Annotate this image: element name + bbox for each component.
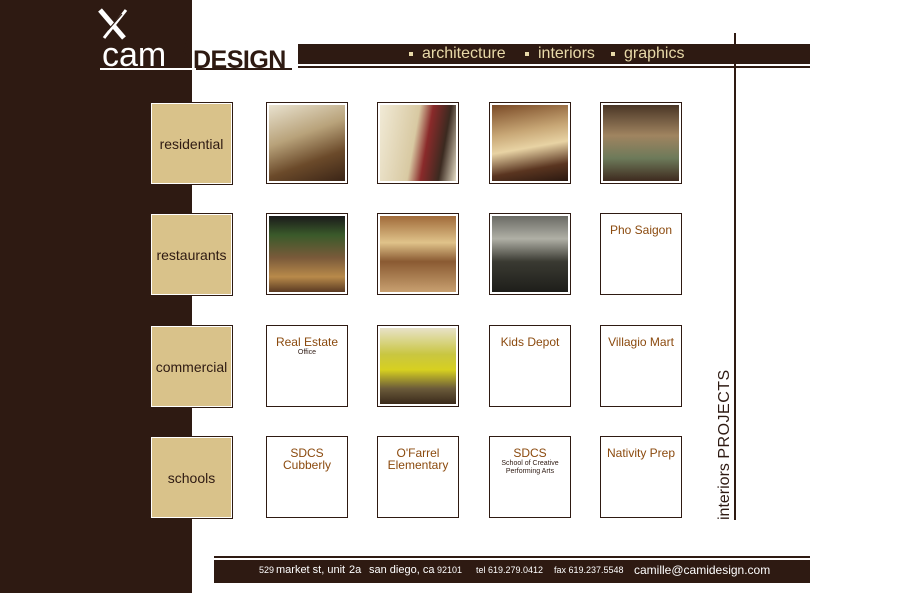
vertical-divider bbox=[734, 33, 736, 520]
logo-slash: / bbox=[180, 34, 190, 72]
footer-fax: fax 619.237.5548 bbox=[554, 565, 624, 575]
project-thumb-residential-stairs[interactable] bbox=[377, 102, 459, 184]
project-sdcs-creative-performing-arts[interactable]: SDCS School of Creative Performing Arts bbox=[489, 436, 571, 518]
category-commercial[interactable]: commercial bbox=[150, 325, 233, 408]
project-nativity-prep[interactable]: Nativity Prep bbox=[600, 436, 682, 518]
footer-address-unit: 2a bbox=[349, 564, 362, 576]
project-pho-saigon[interactable]: Pho Saigon bbox=[600, 213, 682, 295]
section-label-interiors-projects: interiors PROJECTS bbox=[716, 369, 734, 520]
project-villagio-mart[interactable]: Villagio Mart bbox=[600, 325, 682, 407]
category-label: residential bbox=[159, 135, 224, 152]
nav-item-interiors[interactable]: interiors bbox=[525, 44, 595, 64]
project-thumb-residential-living[interactable] bbox=[489, 102, 571, 184]
project-thumb-commercial-store[interactable] bbox=[377, 325, 459, 407]
nav-label: architecture bbox=[422, 45, 506, 62]
project-kids-depot[interactable]: Kids Depot bbox=[489, 325, 571, 407]
bullet-icon bbox=[611, 51, 615, 56]
category-label: schools bbox=[167, 469, 216, 486]
nav-item-graphics[interactable]: graphics bbox=[611, 44, 684, 64]
project-thumb-restaurant-dining[interactable] bbox=[489, 213, 571, 295]
project-photo bbox=[380, 328, 456, 404]
project-title: Pho Saigon bbox=[609, 223, 673, 237]
project-title: Nativity Prep bbox=[606, 446, 676, 460]
footer-zip: 92101 bbox=[437, 565, 463, 575]
bullet-icon bbox=[409, 51, 413, 56]
category-residential[interactable]: residential bbox=[150, 102, 233, 185]
project-title-line2: Cubberly bbox=[282, 458, 332, 472]
nav-label: graphics bbox=[624, 45, 685, 62]
project-ofarrel-elementary[interactable]: O'Farrel Elementary bbox=[377, 436, 459, 518]
category-restaurants[interactable]: restaurants bbox=[150, 213, 233, 296]
project-thumb-residential-kitchen[interactable] bbox=[266, 102, 348, 184]
nav-item-architecture[interactable]: architecture bbox=[409, 44, 506, 64]
project-photo bbox=[269, 216, 345, 292]
project-title: SDCS bbox=[513, 446, 547, 460]
project-title: Real Estate bbox=[275, 335, 339, 349]
footer-city: san diego, ca bbox=[369, 564, 435, 576]
section-label-prefix: interiors bbox=[716, 463, 733, 520]
project-photo bbox=[492, 105, 568, 181]
section-label-main: PROJECTS bbox=[716, 369, 733, 459]
project-photo bbox=[380, 216, 456, 292]
project-title-line2: Elementary bbox=[387, 458, 449, 472]
project-subtitle-line2: Performing Arts bbox=[505, 468, 555, 475]
footer-address-number: 529 bbox=[259, 565, 275, 575]
footer-email-link[interactable]: camille@camidesign.com bbox=[634, 560, 770, 581]
project-photo bbox=[603, 105, 679, 181]
nav-label: interiors bbox=[538, 45, 595, 62]
project-title: Villagio Mart bbox=[608, 335, 674, 349]
project-title: Kids Depot bbox=[500, 335, 560, 349]
footer-divider bbox=[214, 556, 810, 558]
logo-cam-text: cam bbox=[102, 36, 167, 74]
project-thumb-residential-bedroom[interactable] bbox=[600, 102, 682, 184]
project-thumb-restaurant-counter[interactable] bbox=[377, 213, 459, 295]
project-photo bbox=[492, 216, 568, 292]
project-sdcs-cubberly[interactable]: SDCS Cubberly bbox=[266, 436, 348, 518]
project-thumb-restaurant-sweets[interactable] bbox=[266, 213, 348, 295]
category-schools[interactable]: schools bbox=[150, 436, 233, 519]
project-subtitle: Office bbox=[297, 349, 317, 356]
camidesign-logo[interactable]: cam / DESIGN bbox=[96, 8, 296, 74]
footer-contact-bar: 529 market st, unit 2a san diego, ca 921… bbox=[214, 560, 810, 583]
bullet-icon bbox=[525, 51, 529, 56]
project-subtitle: School of Creative bbox=[501, 460, 559, 467]
footer-address-street: market st, unit bbox=[276, 564, 346, 576]
project-photo bbox=[269, 105, 345, 181]
category-label: commercial bbox=[155, 358, 228, 375]
project-real-estate-office[interactable]: Real Estate Office bbox=[266, 325, 348, 407]
footer-phone: tel 619.279.0412 bbox=[476, 565, 544, 575]
project-photo bbox=[380, 105, 456, 181]
logo-underline-dark bbox=[196, 68, 292, 70]
category-label: restaurants bbox=[156, 246, 227, 263]
